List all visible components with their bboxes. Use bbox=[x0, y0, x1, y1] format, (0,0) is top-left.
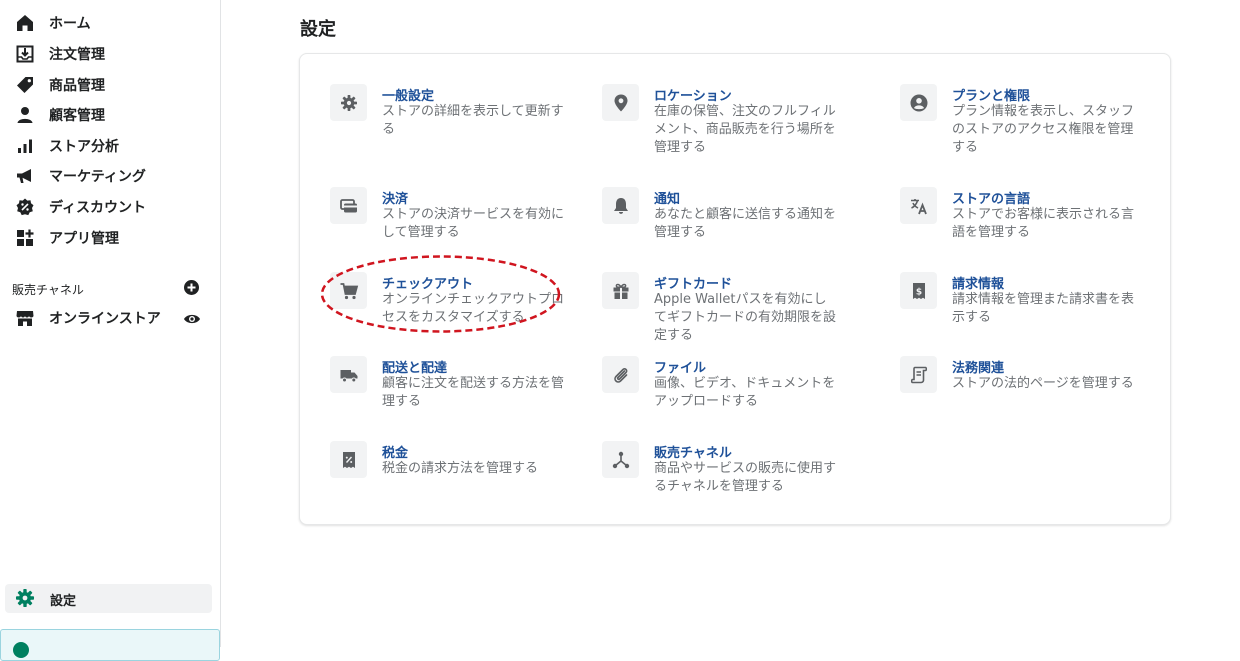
sidebar-item-label: アプリ管理 bbox=[49, 231, 119, 247]
sidebar-item-home[interactable]: ホーム bbox=[0, 9, 220, 37]
page-title: 設定 bbox=[300, 19, 336, 40]
setting-billing[interactable]: $ 請求情報 請求情報を管理また請求書を表示する bbox=[900, 272, 1160, 352]
gear-icon bbox=[330, 84, 367, 121]
setting-title: 法務関連 bbox=[952, 361, 1005, 376]
sidebar-item-label: 顧客管理 bbox=[49, 108, 105, 124]
account-circle-icon bbox=[900, 84, 937, 121]
setting-title: 配送と配達 bbox=[382, 361, 448, 376]
sidebar-item-discounts[interactable]: ディスカウント bbox=[0, 193, 220, 221]
cart-icon bbox=[330, 272, 367, 309]
setting-description: ストアの詳細を表示して更新する bbox=[382, 104, 564, 137]
gear-icon bbox=[15, 588, 35, 608]
sidebar-item-label: 商品管理 bbox=[49, 78, 105, 94]
setting-title: 請求情報 bbox=[952, 277, 1005, 292]
setting-description: プラン情報を表示し、スタッフのストアのアクセス権限を管理する bbox=[952, 104, 1135, 155]
setting-title: ファイル bbox=[654, 361, 707, 376]
setting-title: プランと権限 bbox=[952, 89, 1031, 104]
setting-locations[interactable]: ロケーション 在庫の保管、注文のフルフィルメント、商品販売を行う場所を管理する bbox=[602, 84, 862, 164]
setting-description: 商品やサービスの販売に使用するチャネルを管理する bbox=[654, 461, 837, 494]
legal-scroll-icon bbox=[900, 356, 937, 393]
settings-card: 一般設定 ストアの詳細を表示して更新する ロケーション 在庫の保管、注文のフルフ… bbox=[299, 53, 1171, 525]
setting-sales-channels[interactable]: 販売チャネル 商品やサービスの販売に使用するチャネルを管理する bbox=[602, 441, 862, 521]
setting-store-languages[interactable]: ストアの言語 ストアでお客様に表示される言語を管理する bbox=[900, 187, 1160, 267]
setting-taxes[interactable]: 税金 税金の請求方法を管理する bbox=[330, 441, 590, 521]
svg-text:$: $ bbox=[915, 287, 921, 297]
megaphone-icon bbox=[15, 166, 35, 186]
setting-title: 一般設定 bbox=[382, 89, 435, 104]
sidebar-item-label: 注文管理 bbox=[49, 47, 105, 63]
bottom-panel[interactable] bbox=[0, 629, 220, 661]
tag-icon bbox=[15, 75, 35, 95]
payment-card-icon bbox=[330, 187, 367, 224]
setting-checkout[interactable]: チェックアウト オンラインチェックアウトプロセスをカスタマイズする bbox=[330, 272, 590, 352]
bell-icon bbox=[602, 187, 639, 224]
sidebar-item-customers[interactable]: 顧客管理 bbox=[0, 101, 220, 129]
paperclip-icon bbox=[602, 356, 639, 393]
setting-title: ロケーション bbox=[654, 89, 732, 104]
setting-general[interactable]: 一般設定 ストアの詳細を表示して更新する bbox=[330, 84, 590, 164]
translate-icon bbox=[900, 187, 937, 224]
setting-description: 請求情報を管理また請求書を表示する bbox=[952, 292, 1135, 325]
setting-notifications[interactable]: 通知 あなたと顧客に送信する通知を管理する bbox=[602, 187, 862, 267]
setting-title: 税金 bbox=[382, 446, 409, 461]
apps-icon bbox=[15, 228, 35, 248]
setting-description: 税金の請求方法を管理する bbox=[382, 461, 539, 476]
sidebar-item-label: ディスカウント bbox=[49, 200, 147, 216]
truck-icon bbox=[330, 356, 367, 393]
sidebar-item-apps[interactable]: アプリ管理 bbox=[0, 224, 220, 252]
setting-title: ギフトカード bbox=[654, 277, 733, 292]
setting-description: 画像、ビデオ、ドキュメントをアップロードする bbox=[654, 376, 836, 409]
home-icon bbox=[15, 13, 35, 33]
location-pin-icon bbox=[602, 84, 639, 121]
gift-icon bbox=[602, 272, 639, 309]
setting-payments[interactable]: 決済 ストアの決済サービスを有効にして管理する bbox=[330, 187, 590, 267]
setting-title: 販売チャネル bbox=[654, 446, 732, 461]
setting-plan-permissions[interactable]: プランと権限 プラン情報を表示し、スタッフのストアのアクセス権限を管理する bbox=[900, 84, 1160, 164]
store-icon bbox=[15, 308, 35, 328]
status-dot bbox=[13, 642, 29, 658]
setting-title: 決済 bbox=[382, 192, 409, 207]
setting-gift-cards[interactable]: ギフトカード Apple Walletパスを有効にしてギフトカードの有効期限を設… bbox=[602, 272, 862, 352]
orders-icon bbox=[15, 44, 35, 64]
setting-files[interactable]: ファイル 画像、ビデオ、ドキュメントをアップロードする bbox=[602, 356, 862, 436]
setting-description: オンラインチェックアウトプロセスをカスタマイズする bbox=[382, 292, 565, 325]
setting-description: Apple Walletパスを有効にしてギフトカードの有効期限を設定する bbox=[654, 292, 837, 343]
sidebar-item-orders[interactable]: 注文管理 bbox=[0, 40, 220, 68]
discount-icon bbox=[15, 197, 35, 217]
tax-receipt-icon bbox=[330, 441, 367, 478]
person-icon bbox=[15, 105, 35, 125]
setting-description: ストアの決済サービスを有効にして管理する bbox=[382, 207, 565, 240]
sidebar-item-marketing[interactable]: マーケティング bbox=[0, 162, 220, 190]
channels-icon bbox=[602, 441, 639, 478]
sidebar-item-label: 設定 bbox=[50, 594, 77, 609]
sales-channels-heading: 販売チャネル bbox=[12, 283, 84, 297]
sidebar-item-label: ストア分析 bbox=[49, 139, 119, 155]
setting-description: 顧客に注文を配送する方法を管理する bbox=[382, 376, 565, 409]
setting-title: ストアの言語 bbox=[952, 192, 1031, 207]
sidebar-item-label: ホーム bbox=[49, 16, 91, 32]
eye-icon[interactable] bbox=[183, 310, 201, 328]
receipt-dollar-icon: $ bbox=[900, 272, 937, 309]
setting-description: ストアでお客様に表示される言語を管理する bbox=[952, 207, 1135, 240]
sidebar-item-analytics[interactable]: ストア分析 bbox=[0, 132, 220, 160]
sidebar-item-products[interactable]: 商品管理 bbox=[0, 71, 220, 99]
setting-title: 通知 bbox=[654, 192, 681, 207]
setting-legal[interactable]: 法務関連 ストアの法的ページを管理する bbox=[900, 356, 1160, 436]
setting-description: 在庫の保管、注文のフルフィルメント、商品販売を行う場所を管理する bbox=[654, 104, 836, 155]
sidebar-item-label: オンラインストア bbox=[49, 311, 161, 327]
setting-description: ストアの法的ページを管理する bbox=[952, 376, 1134, 391]
add-channel-icon[interactable] bbox=[183, 279, 200, 296]
sidebar-item-label: マーケティング bbox=[49, 169, 146, 185]
setting-shipping[interactable]: 配送と配達 顧客に注文を配送する方法を管理する bbox=[330, 356, 590, 436]
sidebar-item-settings[interactable]: 設定 bbox=[5, 584, 212, 613]
bar-chart-icon bbox=[15, 136, 35, 156]
setting-description: あなたと顧客に送信する通知を管理する bbox=[654, 207, 837, 240]
setting-title: チェックアウト bbox=[382, 277, 474, 292]
sidebar: ホーム 注文管理 商品管理 顧客管理 ストア分析 マーケティング ディスカウント… bbox=[0, 0, 221, 661]
